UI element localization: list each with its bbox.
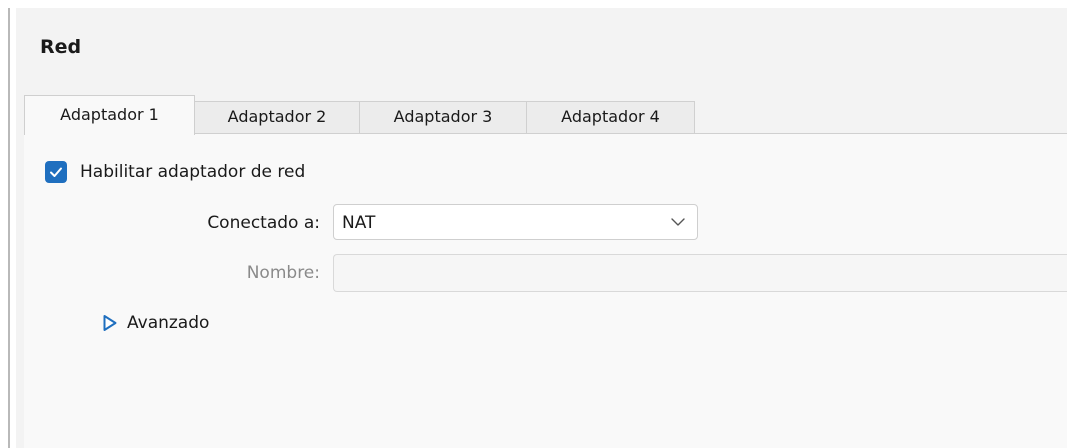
tab-adaptador-3[interactable]: Adaptador 3 [359,101,527,133]
tab-adaptador-1[interactable]: Adaptador 1 [24,95,195,135]
tab-adaptador-2[interactable]: Adaptador 2 [194,101,360,133]
triangle-right-icon[interactable] [102,314,118,332]
enable-adapter-checkbox[interactable] [45,161,67,183]
checkmark-icon [50,167,62,177]
window-left-border [8,8,10,448]
advanced-expander[interactable]: Avanzado [127,311,209,335]
tab-adaptador-4[interactable]: Adaptador 4 [526,101,695,133]
settings-window: Red Adaptador 2 Adaptador 3 Adaptador 4 … [0,0,1067,448]
connected-to-select[interactable]: NAT [333,204,698,240]
connected-to-label: Conectado a: [207,213,320,233]
section-title: Red [40,36,82,58]
name-input[interactable] [333,254,1067,292]
chevron-down-icon [671,218,685,226]
connected-to-value: NAT [342,213,376,233]
name-label: Nombre: [246,263,320,283]
enable-adapter-label[interactable]: Habilitar adaptador de red [80,160,305,184]
